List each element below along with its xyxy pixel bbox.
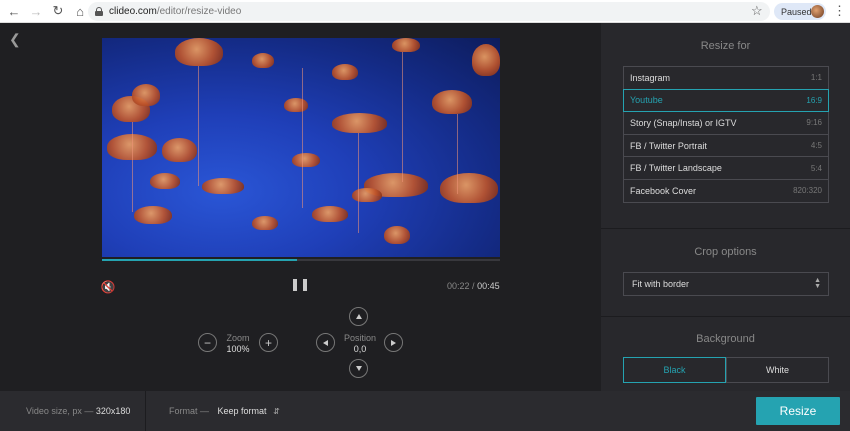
preset-label: Facebook Cover bbox=[630, 185, 697, 196]
preset-ratio: 1:1 bbox=[810, 73, 822, 83]
mute-icon[interactable]: 🔇 bbox=[100, 279, 116, 295]
preset-label: Story (Snap/Insta) or IGTV bbox=[630, 117, 737, 128]
browser-toolbar: ← → ↻ ⌂ clideo.com/editor/resize-video ☆… bbox=[0, 0, 850, 23]
video-size: Video size, px — 320x180 bbox=[26, 406, 130, 416]
preset-fb-twitter-landscape[interactable]: FB / Twitter Landscape 5:4 bbox=[623, 156, 829, 180]
move-right-button[interactable] bbox=[384, 333, 403, 352]
format-label: Format — bbox=[169, 406, 210, 416]
playback-progress[interactable] bbox=[102, 259, 500, 261]
back-icon[interactable]: ← bbox=[4, 1, 24, 21]
preset-ratio: 9:16 bbox=[806, 118, 822, 128]
preset-label: Instagram bbox=[630, 72, 671, 83]
video-size-value: 320x180 bbox=[95, 406, 131, 416]
select-arrows-icon: ⇵ bbox=[273, 407, 280, 416]
bookmark-star-icon[interactable]: ☆ bbox=[751, 3, 763, 19]
footer-bar: Video size, px — 320x180 Format — Keep f… bbox=[0, 391, 850, 431]
preset-ratio: 16:9 bbox=[806, 95, 822, 105]
position-value: 0,0 bbox=[353, 344, 367, 354]
section-divider bbox=[601, 228, 850, 229]
preset-ratio: 4:5 bbox=[810, 141, 822, 151]
move-up-button[interactable] bbox=[349, 307, 368, 326]
crop-options-value: Fit with border bbox=[632, 279, 690, 289]
zoom-value: 100% bbox=[226, 344, 250, 354]
preset-facebook-cover[interactable]: Facebook Cover 820:320 bbox=[623, 178, 829, 203]
address-bar[interactable]: clideo.com/editor/resize-video bbox=[88, 2, 770, 21]
home-icon[interactable]: ⌂ bbox=[70, 1, 90, 21]
zoom-out-button[interactable]: − bbox=[198, 333, 217, 352]
settings-panel: Resize for Instagram 1:1 Youtube 16:9 St… bbox=[601, 23, 850, 391]
move-down-button[interactable] bbox=[349, 359, 368, 378]
zoom-label: Zoom bbox=[226, 333, 250, 343]
preset-list: Instagram 1:1 Youtube 16:9 Story (Snap/I… bbox=[623, 66, 829, 203]
triangle-right-icon bbox=[391, 339, 396, 346]
forward-icon[interactable]: → bbox=[26, 1, 46, 21]
preset-label: FB / Twitter Portrait bbox=[630, 140, 707, 151]
preset-ratio: 820:320 bbox=[793, 186, 822, 196]
triangle-down-icon bbox=[355, 366, 362, 371]
format-selector[interactable]: Format — Keep format ⇵ bbox=[169, 406, 280, 416]
video-preview[interactable] bbox=[102, 38, 500, 257]
preset-instagram[interactable]: Instagram 1:1 bbox=[623, 66, 829, 90]
footer-divider bbox=[145, 391, 146, 431]
preset-ratio: 5:4 bbox=[810, 163, 822, 173]
select-arrows-icon: ▲ ▼ bbox=[814, 277, 821, 290]
background-toggle: Black White bbox=[623, 357, 829, 383]
resize-for-title: Resize for bbox=[700, 40, 751, 52]
preset-youtube[interactable]: Youtube 16:9 bbox=[623, 88, 829, 113]
profile-status: Paused bbox=[781, 6, 812, 17]
preset-label: Youtube bbox=[630, 95, 663, 106]
zoom-in-button[interactable]: + bbox=[259, 333, 278, 352]
lock-icon bbox=[94, 6, 104, 17]
editor-area: ❮ 🔇 00:22 / 00:45 − Zoom 100% + Position… bbox=[0, 23, 601, 391]
background-white-option[interactable]: White bbox=[726, 357, 829, 383]
chevron-left-icon[interactable]: ❮ bbox=[9, 31, 21, 48]
profile-button[interactable]: Paused bbox=[774, 3, 826, 20]
triangle-up-icon bbox=[355, 314, 362, 319]
time-separator: / bbox=[472, 281, 475, 291]
pause-icon[interactable] bbox=[293, 279, 307, 293]
preset-story[interactable]: Story (Snap/Insta) or IGTV 9:16 bbox=[623, 111, 829, 135]
video-size-label: Video size, px — bbox=[26, 406, 94, 416]
progress-fill bbox=[102, 259, 298, 261]
move-left-button[interactable] bbox=[316, 333, 335, 352]
preset-fb-twitter-portrait[interactable]: FB / Twitter Portrait 4:5 bbox=[623, 133, 829, 158]
format-value: Keep format bbox=[217, 406, 267, 416]
section-divider bbox=[601, 316, 850, 317]
url-path: /editor/resize-video bbox=[156, 6, 242, 17]
background-black-option[interactable]: Black bbox=[623, 357, 726, 383]
background-title: Background bbox=[696, 333, 755, 345]
menu-kebab-icon[interactable]: ⋮ bbox=[833, 3, 846, 19]
crop-options-title: Crop options bbox=[694, 246, 757, 258]
position-label: Position bbox=[343, 333, 377, 343]
resize-button[interactable]: Resize bbox=[756, 397, 840, 425]
playback-time: 00:22 / 00:45 bbox=[447, 281, 500, 291]
current-time: 00:22 bbox=[447, 281, 470, 291]
total-time: 00:45 bbox=[477, 281, 500, 291]
avatar bbox=[811, 5, 824, 18]
url-host: clideo.com bbox=[109, 6, 157, 17]
triangle-left-icon bbox=[323, 339, 328, 346]
reload-icon[interactable]: ↻ bbox=[48, 1, 68, 21]
crop-options-select[interactable]: Fit with border ▲ ▼ bbox=[623, 272, 829, 296]
preset-label: FB / Twitter Landscape bbox=[630, 163, 722, 174]
